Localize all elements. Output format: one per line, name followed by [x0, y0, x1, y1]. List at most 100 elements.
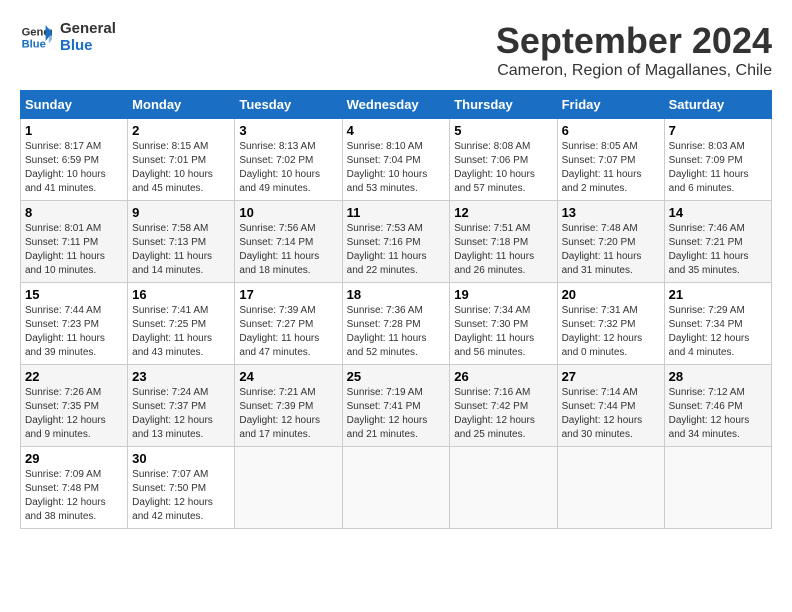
calendar-cell: 6 Sunrise: 8:05 AMSunset: 7:07 PMDaylight… — [557, 119, 664, 201]
calendar-cell: 27 Sunrise: 7:14 AMSunset: 7:44 PMDayligh… — [557, 365, 664, 447]
day-number: 6 — [562, 123, 660, 138]
day-number: 19 — [454, 287, 552, 302]
calendar-cell: 10 Sunrise: 7:56 AMSunset: 7:14 PMDayligh… — [235, 201, 342, 283]
weekday-header: Monday — [128, 91, 235, 119]
day-content: Sunrise: 7:12 AMSunset: 7:46 PMDaylight:… — [669, 386, 767, 442]
calendar-cell: 19 Sunrise: 7:34 AMSunset: 7:30 PMDayligh… — [450, 283, 557, 365]
calendar-table: SundayMondayTuesdayWednesdayThursdayFrid… — [20, 90, 772, 529]
day-content: Sunrise: 7:29 AMSunset: 7:34 PMDaylight:… — [669, 304, 767, 360]
day-content: Sunrise: 7:51 AMSunset: 7:18 PMDaylight:… — [454, 222, 552, 278]
calendar-cell — [450, 447, 557, 529]
day-content: Sunrise: 8:01 AMSunset: 7:11 PMDaylight:… — [25, 222, 123, 278]
calendar-cell: 16 Sunrise: 7:41 AMSunset: 7:25 PMDayligh… — [128, 283, 235, 365]
logo-general: General — [60, 20, 116, 37]
calendar-cell: 29Sunrise: 7:09 AMSunset: 7:48 PMDayligh… — [21, 447, 128, 529]
day-content: Sunrise: 7:09 AMSunset: 7:48 PMDaylight:… — [25, 468, 123, 524]
calendar-week-row: 29Sunrise: 7:09 AMSunset: 7:48 PMDayligh… — [21, 447, 772, 529]
location-title: Cameron, Region of Magallanes, Chile — [496, 62, 772, 80]
calendar-cell: 7 Sunrise: 8:03 AMSunset: 7:09 PMDaylight… — [664, 119, 771, 201]
calendar-cell — [342, 447, 450, 529]
day-number: 10 — [239, 205, 337, 220]
day-content: Sunrise: 8:03 AMSunset: 7:09 PMDaylight:… — [669, 140, 767, 196]
day-number: 30 — [132, 451, 230, 466]
day-number: 21 — [669, 287, 767, 302]
weekday-header: Tuesday — [235, 91, 342, 119]
calendar-cell: 11Sunrise: 7:53 AMSunset: 7:16 PMDayligh… — [342, 201, 450, 283]
calendar-cell: 30 Sunrise: 7:07 AMSunset: 7:50 PMDayligh… — [128, 447, 235, 529]
day-number: 27 — [562, 369, 660, 384]
day-content: Sunrise: 7:21 AMSunset: 7:39 PMDaylight:… — [239, 386, 337, 442]
day-content: Sunrise: 7:34 AMSunset: 7:30 PMDaylight:… — [454, 304, 552, 360]
day-content: Sunrise: 7:19 AMSunset: 7:41 PMDaylight:… — [347, 386, 446, 442]
day-content: Sunrise: 7:41 AMSunset: 7:25 PMDaylight:… — [132, 304, 230, 360]
day-number: 13 — [562, 205, 660, 220]
calendar-week-row: 22 Sunrise: 7:26 AMSunset: 7:35 PMDayligh… — [21, 365, 772, 447]
day-number: 2 — [132, 123, 230, 138]
calendar-cell: 24 Sunrise: 7:21 AMSunset: 7:39 PMDayligh… — [235, 365, 342, 447]
day-number: 8 — [25, 205, 123, 220]
calendar-cell: 4 Sunrise: 8:10 AMSunset: 7:04 PMDaylight… — [342, 119, 450, 201]
day-content: Sunrise: 7:56 AMSunset: 7:14 PMDaylight:… — [239, 222, 337, 278]
calendar-cell: 20Sunrise: 7:31 AMSunset: 7:32 PMDayligh… — [557, 283, 664, 365]
svg-text:Blue: Blue — [22, 38, 46, 50]
day-number: 15 — [25, 287, 123, 302]
day-content: Sunrise: 7:16 AMSunset: 7:42 PMDaylight:… — [454, 386, 552, 442]
day-content: Sunrise: 8:05 AMSunset: 7:07 PMDaylight:… — [562, 140, 660, 196]
calendar-cell: 21 Sunrise: 7:29 AMSunset: 7:34 PMDayligh… — [664, 283, 771, 365]
day-content: Sunrise: 7:36 AMSunset: 7:28 PMDaylight:… — [347, 304, 446, 360]
day-content: Sunrise: 7:39 AMSunset: 7:27 PMDaylight:… — [239, 304, 337, 360]
calendar-cell: 25 Sunrise: 7:19 AMSunset: 7:41 PMDayligh… — [342, 365, 450, 447]
calendar-cell — [235, 447, 342, 529]
calendar-cell — [557, 447, 664, 529]
calendar-cell: 14Sunrise: 7:46 AMSunset: 7:21 PMDayligh… — [664, 201, 771, 283]
calendar-week-row: 15 Sunrise: 7:44 AMSunset: 7:23 PMDayligh… — [21, 283, 772, 365]
calendar-cell: 22 Sunrise: 7:26 AMSunset: 7:35 PMDayligh… — [21, 365, 128, 447]
day-content: Sunrise: 8:13 AMSunset: 7:02 PMDaylight:… — [239, 140, 337, 196]
title-area: September 2024 Cameron, Region of Magall… — [496, 20, 772, 80]
day-content: Sunrise: 7:26 AMSunset: 7:35 PMDaylight:… — [25, 386, 123, 442]
day-number: 4 — [347, 123, 446, 138]
calendar-week-row: 8 Sunrise: 8:01 AMSunset: 7:11 PMDaylight… — [21, 201, 772, 283]
day-number: 22 — [25, 369, 123, 384]
day-content: Sunrise: 8:08 AMSunset: 7:06 PMDaylight:… — [454, 140, 552, 196]
weekday-header: Saturday — [664, 91, 771, 119]
day-number: 24 — [239, 369, 337, 384]
day-content: Sunrise: 8:15 AMSunset: 7:01 PMDaylight:… — [132, 140, 230, 196]
calendar-week-row: 1Sunrise: 8:17 AMSunset: 6:59 PMDaylight… — [21, 119, 772, 201]
weekday-header: Thursday — [450, 91, 557, 119]
calendar-cell: 9Sunrise: 7:58 AMSunset: 7:13 PMDaylight… — [128, 201, 235, 283]
day-content: Sunrise: 7:07 AMSunset: 7:50 PMDaylight:… — [132, 468, 230, 524]
calendar-cell: 8 Sunrise: 8:01 AMSunset: 7:11 PMDaylight… — [21, 201, 128, 283]
day-number: 17 — [239, 287, 337, 302]
logo: General Blue General Blue — [20, 20, 116, 54]
month-title: September 2024 — [496, 20, 772, 62]
day-number: 1 — [25, 123, 123, 138]
calendar-cell: 5Sunrise: 8:08 AMSunset: 7:06 PMDaylight… — [450, 119, 557, 201]
calendar-cell: 23Sunrise: 7:24 AMSunset: 7:37 PMDayligh… — [128, 365, 235, 447]
logo-icon: General Blue — [20, 21, 52, 53]
calendar-cell: 26Sunrise: 7:16 AMSunset: 7:42 PMDayligh… — [450, 365, 557, 447]
day-number: 3 — [239, 123, 337, 138]
day-number: 14 — [669, 205, 767, 220]
calendar-cell — [664, 447, 771, 529]
calendar-cell: 17 Sunrise: 7:39 AMSunset: 7:27 PMDayligh… — [235, 283, 342, 365]
day-number: 12 — [454, 205, 552, 220]
day-number: 28 — [669, 369, 767, 384]
day-content: Sunrise: 7:31 AMSunset: 7:32 PMDaylight:… — [562, 304, 660, 360]
day-number: 16 — [132, 287, 230, 302]
day-number: 7 — [669, 123, 767, 138]
calendar-cell: 2 Sunrise: 8:15 AMSunset: 7:01 PMDaylight… — [128, 119, 235, 201]
weekday-header: Sunday — [21, 91, 128, 119]
day-content: Sunrise: 7:24 AMSunset: 7:37 PMDaylight:… — [132, 386, 230, 442]
header: General Blue General Blue September 2024… — [20, 20, 772, 80]
weekday-header-row: SundayMondayTuesdayWednesdayThursdayFrid… — [21, 91, 772, 119]
calendar-cell: 28 Sunrise: 7:12 AMSunset: 7:46 PMDayligh… — [664, 365, 771, 447]
day-content: Sunrise: 7:44 AMSunset: 7:23 PMDaylight:… — [25, 304, 123, 360]
calendar-cell: 13Sunrise: 7:48 AMSunset: 7:20 PMDayligh… — [557, 201, 664, 283]
day-content: Sunrise: 7:14 AMSunset: 7:44 PMDaylight:… — [562, 386, 660, 442]
day-number: 25 — [347, 369, 446, 384]
calendar-cell: 1Sunrise: 8:17 AMSunset: 6:59 PMDaylight… — [21, 119, 128, 201]
day-content: Sunrise: 8:10 AMSunset: 7:04 PMDaylight:… — [347, 140, 446, 196]
weekday-header: Wednesday — [342, 91, 450, 119]
logo-blue: Blue — [60, 37, 116, 54]
